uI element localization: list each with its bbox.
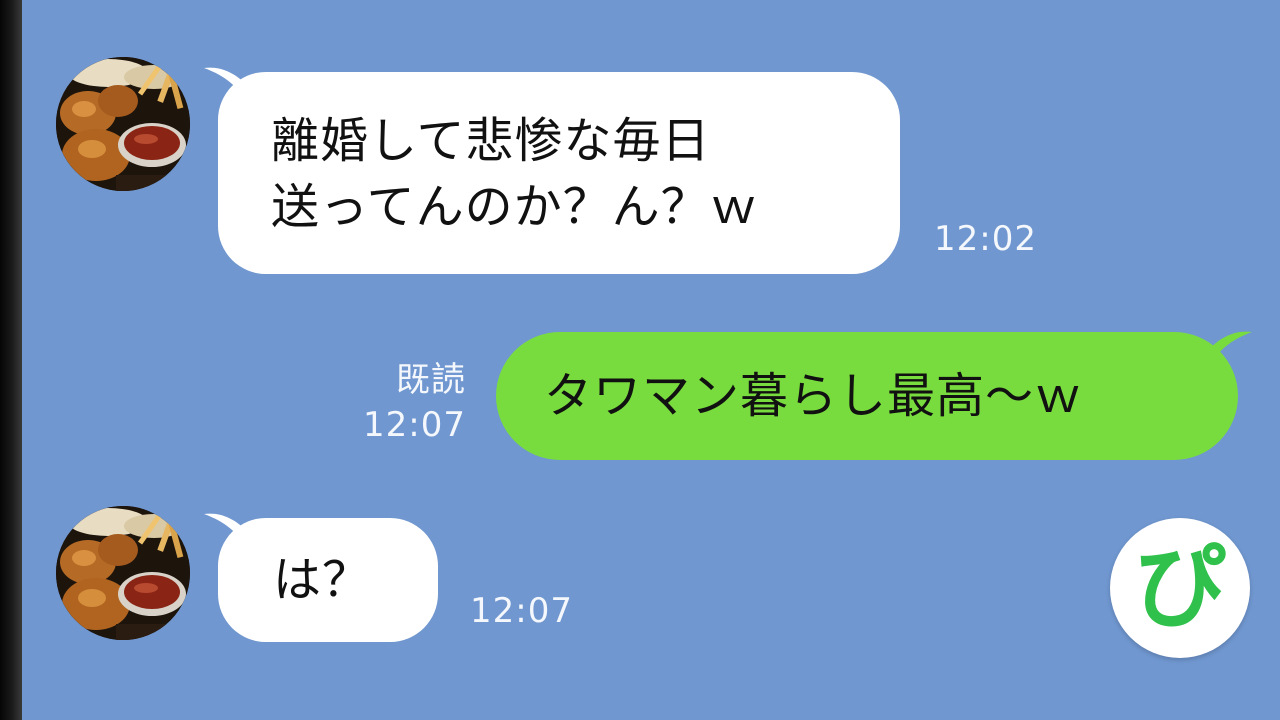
phone-bezel-edge — [0, 0, 22, 720]
message-timestamp: 12:07 — [470, 591, 573, 631]
sender-avatar[interactable] — [56, 57, 190, 191]
message-timestamp: 12:07 — [363, 405, 466, 445]
message-bubble[interactable]: は？ — [204, 513, 438, 642]
message-timestamp: 12:02 — [934, 219, 1037, 259]
read-receipt: 既読 — [396, 360, 466, 400]
bubble-tail-left — [204, 513, 248, 552]
message-text-line: 送ってんのか？ん？ｗ — [271, 179, 759, 235]
sender-avatar[interactable] — [56, 506, 190, 640]
pi-sticker-icon: ぴ — [1133, 534, 1226, 641]
bubble-tail-left — [204, 67, 248, 106]
message-text-line: は？ — [273, 552, 372, 608]
sticker-button[interactable]: ぴ — [1110, 518, 1250, 658]
message-text-line: 離婚して悲惨な毎日 — [271, 113, 711, 169]
chat-history[interactable]: 離婚して悲惨な毎日 送ってんのか？ん？ｗ 12:02 既読 12:07 タワマン… — [22, 0, 1280, 720]
message-bubble[interactable]: 離婚して悲惨な毎日 送ってんのか？ん？ｗ — [204, 67, 900, 274]
message-bubble[interactable]: タワマン暮らし最高〜ｗ — [496, 331, 1252, 460]
message-text-line: タワマン暮らし最高〜ｗ — [544, 368, 1084, 424]
